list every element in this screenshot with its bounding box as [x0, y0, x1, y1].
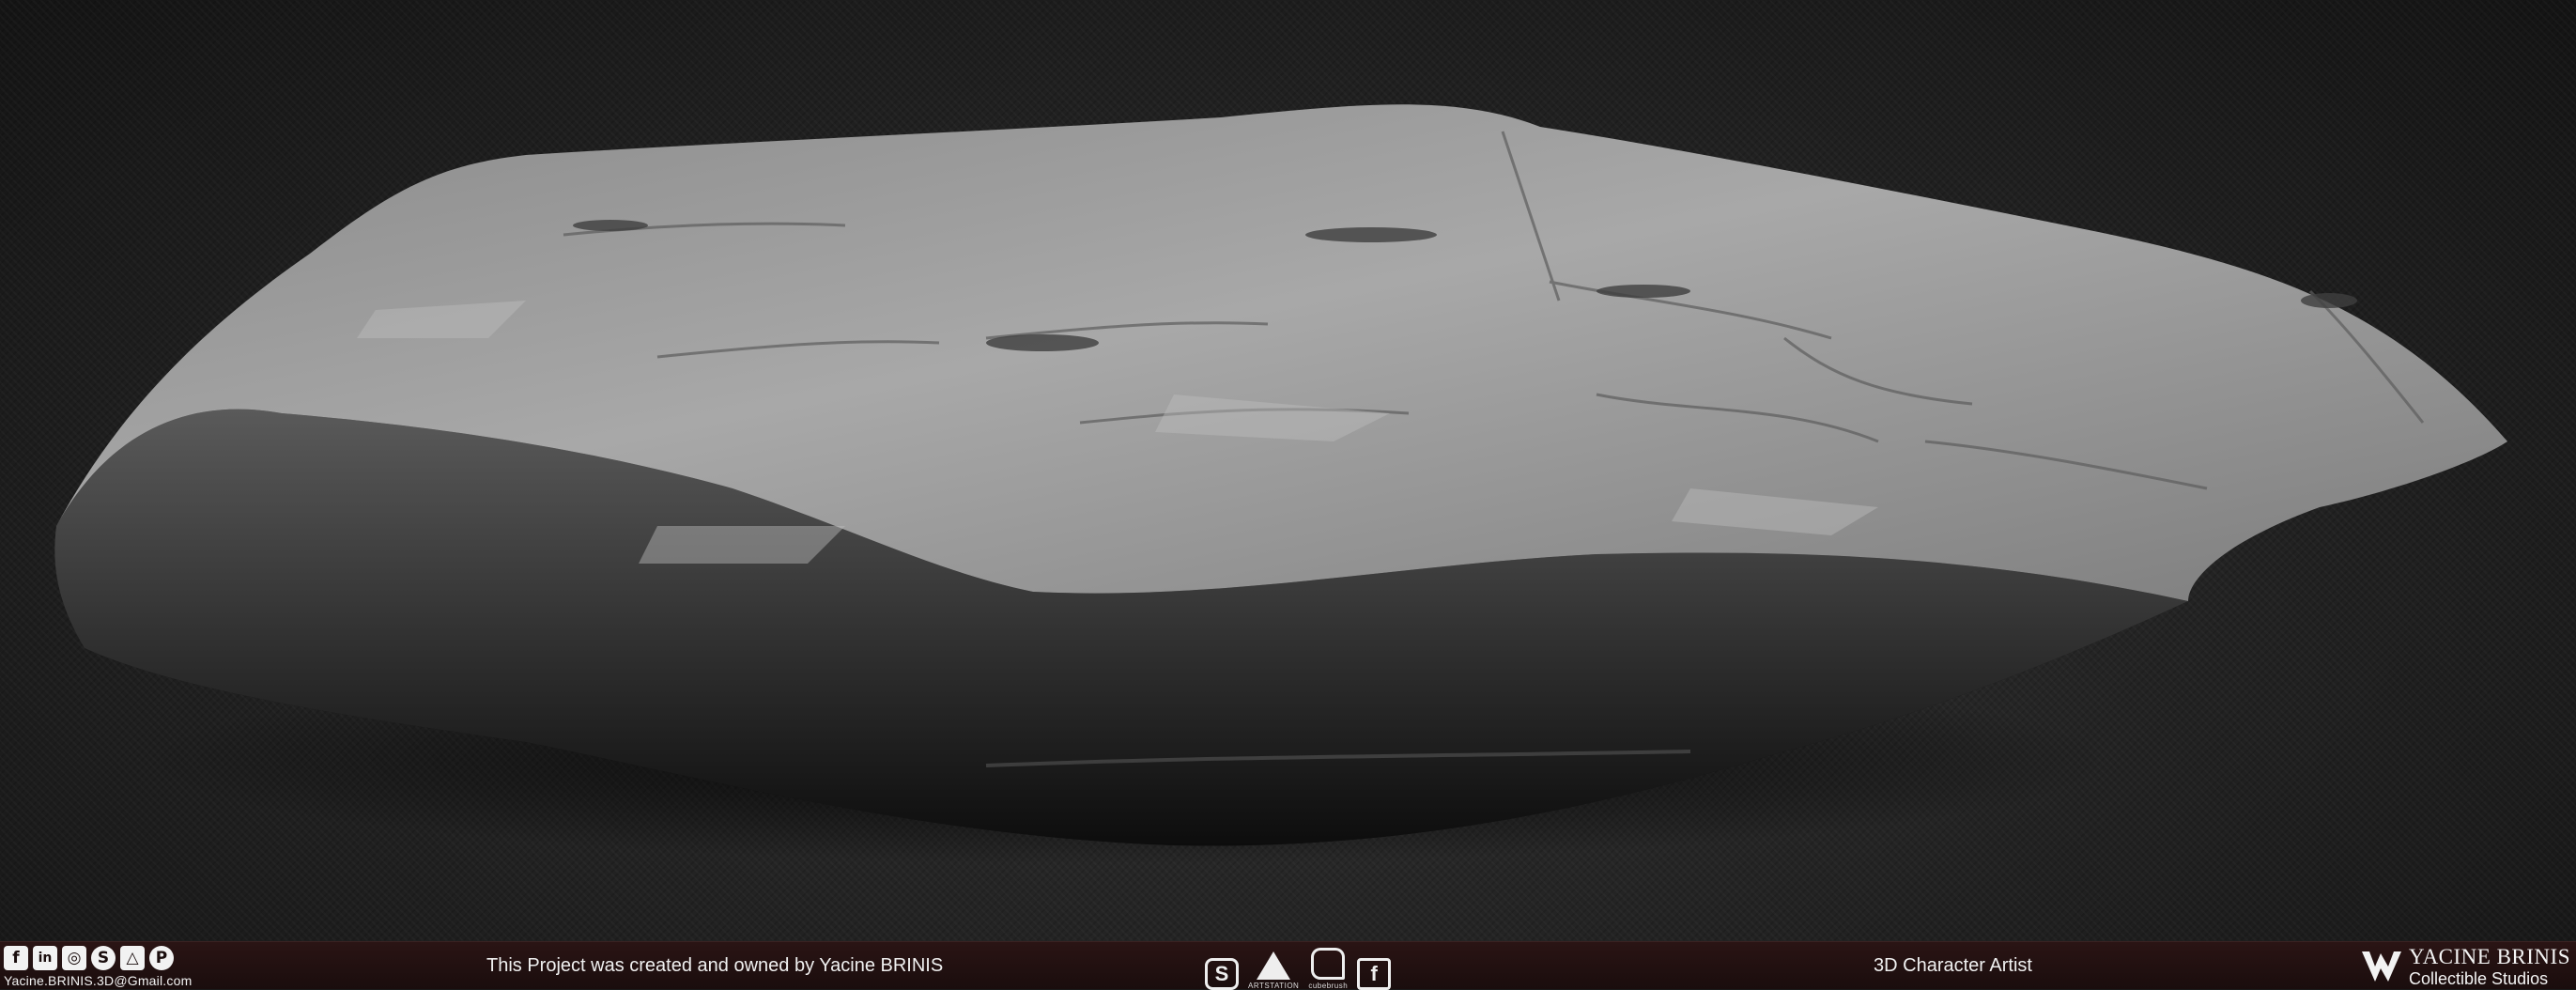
- skype-icon[interactable]: S: [91, 946, 116, 970]
- substance-icon: S: [1205, 958, 1239, 990]
- tool-logos: S ARTSTATION cubebrush f: [1205, 948, 1392, 990]
- social-icons: f in ◎ S △ P: [4, 946, 174, 970]
- brand-subtitle: Collectible Studios: [2409, 969, 2549, 988]
- linkedin-icon[interactable]: in: [33, 946, 57, 970]
- cubebrush-caption: cubebrush: [1308, 982, 1349, 990]
- substance-logo: S: [1205, 958, 1239, 990]
- instagram-icon[interactable]: ◎: [62, 946, 86, 970]
- brand-mark-icon: [2362, 951, 2402, 982]
- brand-name: YACINE BRINIS: [2409, 945, 2570, 968]
- facebook-icon[interactable]: f: [4, 946, 28, 970]
- artstation-icon[interactable]: △: [120, 946, 145, 970]
- artstation-caption: ARTSTATION: [1248, 982, 1300, 990]
- cubebrush-icon: [1311, 948, 1346, 980]
- gumroad-icon: f: [1357, 958, 1392, 990]
- pinterest-icon[interactable]: P: [149, 946, 174, 970]
- footer-bar: f in ◎ S △ P Yacine.BRINIS.3D@Gmail.com …: [0, 941, 2576, 990]
- cubebrush-logo: cubebrush: [1308, 948, 1348, 990]
- credit-text: This Project was created and owned by Ya…: [486, 955, 944, 976]
- rock-model: [54, 104, 2507, 864]
- artstation-logo: ARTSTATION: [1248, 951, 1299, 990]
- email-address[interactable]: Yacine.BRINIS.3D@Gmail.com: [4, 973, 192, 988]
- render-viewport: [0, 0, 2576, 941]
- gumroad-logo: f: [1357, 958, 1392, 990]
- artstation-logo-icon: [1257, 951, 1291, 980]
- brand-logo: YACINE BRINIS Collectible Studios: [2360, 946, 2570, 987]
- role-text: 3D Character Artist: [1874, 955, 2032, 976]
